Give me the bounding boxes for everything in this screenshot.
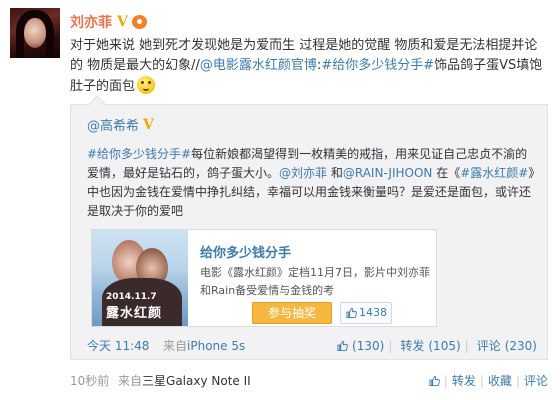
avatar[interactable] [10, 8, 60, 58]
divider: | [388, 338, 393, 353]
mention-rain-link[interactable]: @RAIN-JIHOON [343, 166, 433, 180]
verified-badge-icon[interactable]: V [117, 14, 128, 30]
retweet-source-prefix: 来自 [163, 339, 188, 353]
join-lottery-button[interactable]: 参与抽奖 [252, 302, 332, 324]
retweet-comment-count: (230) [504, 339, 537, 353]
retweet-footer: 今天 11:48 来自iPhone 5s (130) | 转发 (105) | 评… [87, 337, 537, 355]
film-hashtag-link[interactable]: #露水红颜# [460, 166, 528, 180]
thumbs-up-icon [346, 307, 357, 319]
retweet-source-link[interactable]: iPhone 5s [187, 339, 245, 353]
weibo-member-icon[interactable] [131, 15, 147, 29]
retweet-username-link[interactable]: @高希希 [87, 115, 139, 134]
retweet-comment-button[interactable]: 评论 (230) [473, 337, 537, 354]
post-source: 来自三星Galaxy Note II [118, 372, 251, 389]
retweet-source: 来自iPhone 5s [163, 337, 245, 354]
retweet-and: 和 [327, 166, 343, 180]
retweet-header: @高希希 V [87, 115, 154, 135]
hashtag-link[interactable]: #给你多少钱分手# [321, 58, 434, 73]
thumbs-up-icon [429, 375, 440, 387]
post-text: 对于她来说 她到死才发现她是为爱而生 过程是她的觉醒 物质和爱是无法相提并论的 … [70, 36, 548, 97]
retweet-pointer [88, 95, 106, 113]
card-like-button[interactable]: 1438 [340, 302, 392, 324]
retweet-like-count: (130) [352, 338, 385, 353]
post-favorite-button[interactable]: 收藏 [488, 372, 512, 389]
card-like-count: 1438 [359, 306, 387, 319]
post-timestamp-link[interactable]: 10秒前 [70, 372, 109, 389]
post-comment-button[interactable]: 评论 [524, 372, 548, 389]
retweet-text-2: 在《 [432, 166, 461, 180]
post-like-button[interactable] [429, 374, 440, 388]
verified-badge-icon[interactable]: V [143, 117, 154, 133]
mention-movie-link[interactable]: @电影露水红颜官博 [200, 58, 317, 73]
post-actions: | 转发 | 收藏 | 评论 [429, 372, 548, 389]
divider: | [515, 373, 520, 388]
retweet-comment-label: 评论 [476, 339, 501, 353]
retweet-hashtag-link[interactable]: #给你多少钱分手# [87, 147, 191, 161]
retweet-repost-button[interactable]: 转发 (105) [396, 337, 460, 354]
divider: | [464, 338, 469, 353]
post-source-link[interactable]: 三星Galaxy Note II [142, 374, 251, 388]
poster-date: 2014.11.7 [106, 292, 157, 302]
thumbs-up-icon [337, 340, 348, 352]
card-title-link[interactable]: 给你多少钱分手 [200, 242, 291, 261]
campaign-card: 2014.11.7 露水红颜 给你多少钱分手 电影《露水红颜》定档11月7日，影… [91, 229, 437, 327]
post-footer: 10秒前 来自三星Galaxy Note II | 转发 | 收藏 | 评论 [70, 372, 548, 390]
poster-title: 露水红颜 [106, 306, 163, 321]
post-source-prefix: 来自 [118, 374, 143, 388]
retweet-like-button[interactable]: (130) [337, 339, 384, 353]
divider: | [443, 373, 448, 388]
avatar-face [24, 18, 46, 48]
retweet-actions: (130) | 转发 (105) | 评论 (230) [337, 337, 537, 354]
post-repost-button[interactable]: 转发 [452, 372, 476, 389]
retweet-box: @高希希 V #给你多少钱分手#每位新娘都渴望得到一枚精美的戒指，用来见证自己忠… [70, 95, 548, 360]
retweet-text: #给你多少钱分手#每位新娘都渴望得到一枚精美的戒指，用来见证自己忠贞不渝的爱情，… [87, 145, 537, 221]
username-link[interactable]: 刘亦菲 [70, 12, 112, 32]
movie-poster-image[interactable]: 2014.11.7 露水红颜 [92, 230, 188, 326]
retweet-repost-label: 转发 [400, 339, 425, 353]
retweet-repost-count: (105) [428, 339, 461, 353]
post-header: 刘亦菲 V [70, 12, 147, 32]
mention-liuyifei-link[interactable]: @刘亦菲 [279, 166, 327, 180]
smile-emoji-icon [137, 76, 156, 94]
retweet-timestamp-link[interactable]: 今天 11:48 [87, 337, 149, 354]
divider: | [479, 373, 484, 388]
card-description: 电影《露水红颜》定档11月7日，影片中刘亦菲和Rain备受爱情与金钱的考 [200, 266, 430, 297]
